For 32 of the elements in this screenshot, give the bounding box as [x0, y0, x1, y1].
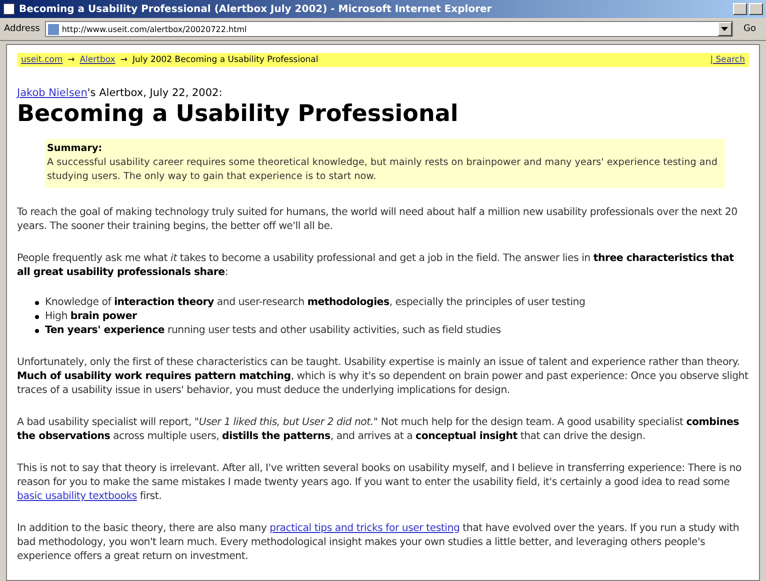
paragraph: This is not to say that theory is irrelevant. After all, I've written several books on usability myself, and I believe in transferring experience: There is no reason for you to make the same mistakes I made twenty years ago. If you want to enter the usability field, it's certainly a good idea to read some basic usability textbooks first. [17, 462, 742, 504]
paragraph: Unfortunately, only the first of these characteristics can be taught. Usability expertise is mainly an issue of talent and experience rather than theory. Much of usability work requires pattern matching, which is why it's so dependent on brain power and past experience: Once you observe slight traces of a usability issue in users' behavior, you must deduce the underlying implications for design. [17, 356, 749, 398]
byline-text: 's Alertbox, July 22, 2002: [87, 87, 222, 99]
search-link[interactable]: | Search [710, 55, 745, 65]
bullet-icon [35, 301, 39, 305]
bullet-icon [35, 315, 39, 319]
text-link[interactable]: practical tips and tricks for user testing [270, 523, 460, 534]
article-heading: Becoming a Usability Professional [17, 101, 460, 127]
author-link[interactable]: Jakob Nielsen [17, 87, 88, 99]
arrow-separator: → [68, 55, 75, 65]
window-title: Becoming a Usability Professional (Alertbox July 2002) - Microsoft Internet Explorer [19, 4, 493, 14]
breadcrumb-link[interactable]: Alertbox [80, 55, 116, 65]
paragraph: To reach the goal of making technology truly suited for humans, the world will need about half a million new usability professionals over the next 20 years. The sooner their training begins, the better off we'll all be. [17, 206, 738, 234]
caret-icon [721, 27, 728, 31]
summary-text: A successful usability career requires some theoretical knowledge, but mainly rests on brainpower and many years' experience testing and studying users. The only way to gain that experience is to start now. [47, 156, 718, 184]
list-item-text: Knowledge of interaction theory and user-research methodologies, especially the principles of user testing [45, 296, 586, 310]
breadcrumb-link[interactable]: useit.com [21, 55, 63, 65]
text-link[interactable]: basic usability textbooks [17, 491, 137, 502]
paragraph: A bad usability specialist will report, "User 1 liked this, but User 2 did not." Not much help for the design team. A good usability specialist combines the observations across multiple users, distills the patterns, and arrives at a conceptual insight that can drive the design. [17, 416, 740, 444]
list-item-text: High brain power [45, 310, 137, 324]
paragraph: People frequently ask me what it takes to become a usability professional and get a job in the field. The answer lies in three characteristics that all great usability professionals share: [17, 252, 735, 280]
page-icon [48, 24, 59, 34]
address-field[interactable]: http://www.useit.com/alertbox/20020722.html [44, 21, 733, 37]
breadcrumb-current: July 2002 Becoming a Usability Professional [132, 55, 318, 65]
bullet-icon [35, 329, 39, 333]
page-icon [3, 3, 15, 15]
summary-label: Summary: [47, 142, 104, 156]
arrow-separator: → [120, 55, 128, 65]
address-label: Address [4, 24, 40, 34]
paragraph: In addition to the basic theory, there are also many practical tips and tricks for user testing that have evolved over the years. If you run a study with bad methodology, you won't learn much. Every methodological insight makes your own studies a little better, and leveraging others people's experience offers a great return on investment. [17, 522, 740, 564]
list-item-text: Ten years' experience running user tests and other usability activities, such as field studies [45, 324, 501, 338]
dropdown-button[interactable] [718, 22, 732, 36]
